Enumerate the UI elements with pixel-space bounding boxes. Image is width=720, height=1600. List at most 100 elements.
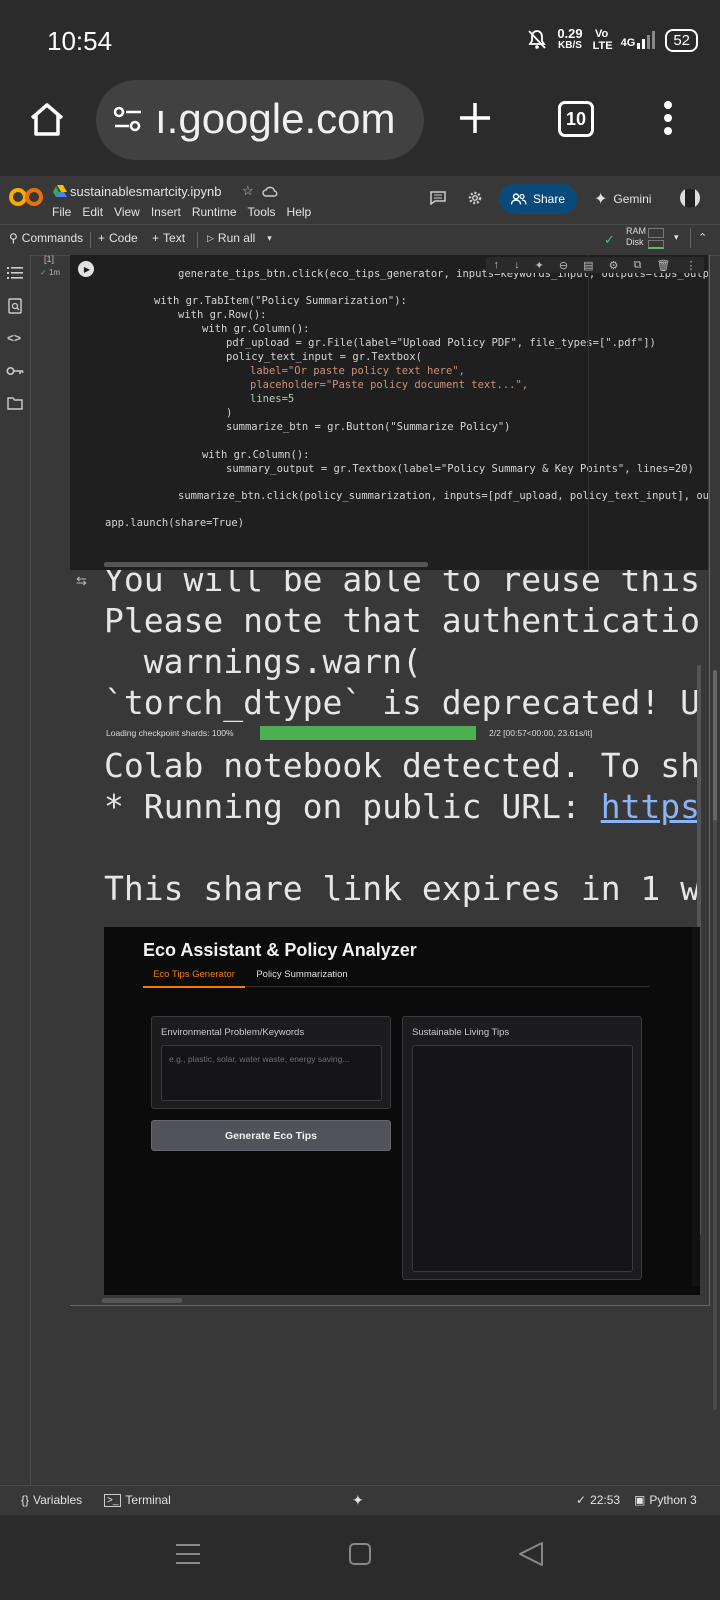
delete-icon[interactable]: 🗑	[656, 259, 670, 272]
code-line-text: with gr.Column():	[202, 449, 310, 461]
move-down-icon[interactable]: ↓	[514, 259, 520, 271]
code-line: placeholder="Paste policy document text.…	[250, 379, 528, 391]
code-line: with gr.Row():	[178, 309, 267, 321]
output-actions-icon[interactable]: ⇆	[76, 573, 87, 589]
colab-logo-icon[interactable]	[9, 187, 43, 207]
code-line: with gr.Column():	[202, 323, 309, 335]
menu-runtime[interactable]: Runtime	[192, 205, 237, 219]
plus-icon: +	[98, 231, 106, 245]
terminal-icon: >_	[104, 1493, 122, 1507]
new-tab-icon[interactable]	[458, 101, 492, 135]
browser-menu-icon[interactable]	[663, 101, 673, 135]
divider	[690, 228, 691, 248]
tab-policy-summarization[interactable]: Policy Summarization	[252, 962, 352, 986]
add-code-button[interactable]: + Code	[98, 231, 138, 245]
mirror-cell-icon[interactable]: ⧉	[634, 259, 642, 272]
kernel-icon: ▣	[634, 1493, 646, 1507]
add-text-button[interactable]: + Text	[152, 231, 185, 245]
menu-bar: File Edit View Insert Runtime Tools Help	[52, 205, 311, 219]
output-hscrollbar[interactable]	[102, 1298, 182, 1303]
code-line: label="Or paste policy text here",	[250, 365, 465, 377]
recents-menu-icon[interactable]	[176, 1543, 200, 1565]
gear-icon[interactable]: ⚙	[609, 259, 619, 272]
url-text: ı.google.com	[155, 95, 396, 142]
progress-stats: 2/2 [00:57<00:00, 23.61s/it]	[489, 728, 593, 738]
site-settings-icon[interactable]	[113, 104, 143, 134]
kernel-status[interactable]: ▣ Python 3	[634, 1493, 697, 1507]
tab-eco-tips[interactable]: Eco Tips Generator	[143, 962, 245, 988]
folder-icon[interactable]	[7, 397, 23, 410]
gemini-button[interactable]: ✦ Gemini	[594, 189, 651, 209]
code-line-text: )	[226, 407, 233, 419]
progress-track	[260, 726, 476, 740]
share-button[interactable]: Share	[499, 184, 577, 214]
ram-meter	[648, 228, 664, 238]
table-of-contents-icon[interactable]	[7, 266, 23, 280]
back-icon[interactable]	[518, 1541, 544, 1567]
divider	[197, 232, 198, 248]
resource-indicator[interactable]: RAM Disk	[626, 226, 646, 248]
settings-gear-icon[interactable]	[467, 190, 483, 206]
tab-switcher-button[interactable]: 10	[558, 101, 594, 137]
code-line: pdf_upload = gr.File(label="Upload Polic…	[226, 337, 656, 349]
link-icon[interactable]: ⊖	[559, 259, 568, 272]
play-icon: ▶	[83, 264, 91, 274]
code-line: summarize_btn.click(policy_summarization…	[178, 490, 708, 502]
tips-output-textbox[interactable]	[412, 1045, 633, 1272]
left-rail	[0, 255, 31, 1485]
home-button-icon[interactable]	[349, 1543, 371, 1565]
cloud-icon	[262, 186, 278, 197]
menu-view[interactable]: View	[114, 205, 140, 219]
output-line: Please note that authenticatio	[104, 601, 701, 640]
play-icon: ▷	[207, 232, 214, 243]
code-editor[interactable]: generate_tips_btn.click(eco_tips_generat…	[70, 255, 708, 570]
variables-button[interactable]: {} Variables	[21, 1493, 82, 1507]
status-icons: 0.29 KB/S Vo LTE 4G 52	[527, 27, 698, 52]
commands-label: Commands	[21, 231, 84, 245]
move-up-icon[interactable]: ↑	[494, 259, 500, 271]
keywords-panel: Environmental Problem/Keywords e.g., pla…	[151, 1016, 391, 1109]
disk-meter	[648, 240, 664, 249]
menu-tools[interactable]: Tools	[248, 205, 276, 219]
chevron-down-icon[interactable]: ▾	[267, 233, 272, 244]
tips-output-label: Sustainable Living Tips	[412, 1027, 510, 1038]
run-cell-button[interactable]: ▶	[78, 261, 94, 277]
code-snippets-icon[interactable]: <>	[7, 331, 21, 345]
code-line-text: with gr.Row():	[178, 309, 267, 321]
signal-label: 4G	[620, 37, 636, 49]
star-icon[interactable]: ☆	[242, 183, 254, 199]
chevron-down-icon[interactable]: ▾	[674, 232, 679, 243]
avatar[interactable]	[680, 188, 700, 208]
menu-help[interactable]: Help	[287, 205, 312, 219]
generate-eco-tips-button[interactable]: Generate Eco Tips	[151, 1120, 391, 1151]
run-all-button[interactable]: ▷ Run all ▾	[207, 231, 272, 245]
more-icon[interactable]: ⋮	[685, 259, 696, 272]
horizontal-scrollbar[interactable]	[104, 562, 428, 567]
output-line: * Running on public URL: https	[104, 787, 700, 826]
execution-status[interactable]: ✓ 22:53	[576, 1493, 620, 1507]
comment-icon[interactable]	[430, 191, 446, 205]
add-code-label: Code	[109, 231, 138, 245]
find-replace-icon[interactable]	[8, 298, 22, 314]
home-icon[interactable]	[28, 101, 66, 137]
terminal-label: Terminal	[125, 1493, 171, 1507]
success-check-icon: ✓	[40, 268, 47, 277]
page-scrollbar-track	[713, 820, 717, 1410]
gemini-sparkle-icon: ✦	[594, 191, 608, 208]
people-icon	[510, 193, 527, 205]
terminal-button[interactable]: >_ Terminal	[104, 1493, 171, 1507]
commands-button[interactable]: ⚲ Commands	[9, 231, 83, 245]
code-line-text: policy_text_input = gr.Textbox(	[226, 351, 422, 363]
menu-edit[interactable]: Edit	[82, 205, 103, 219]
menu-file[interactable]: File	[52, 205, 71, 219]
notebook-title[interactable]: sustainablesmartcity.ipynb	[70, 184, 222, 199]
menu-insert[interactable]: Insert	[151, 205, 181, 219]
chevron-up-icon[interactable]: ⌃	[698, 231, 707, 244]
gemini-sparkle-icon[interactable]: ✦	[352, 1492, 364, 1509]
keywords-input[interactable]: e.g., plastic, solar, water waste, energ…	[161, 1045, 382, 1101]
public-url-link[interactable]: https	[601, 787, 700, 826]
comment-icon[interactable]: ▤	[583, 259, 593, 272]
ruler-line	[588, 255, 589, 570]
gemini-sparkle-icon[interactable]: ✦	[535, 259, 544, 272]
key-icon[interactable]	[6, 366, 24, 376]
